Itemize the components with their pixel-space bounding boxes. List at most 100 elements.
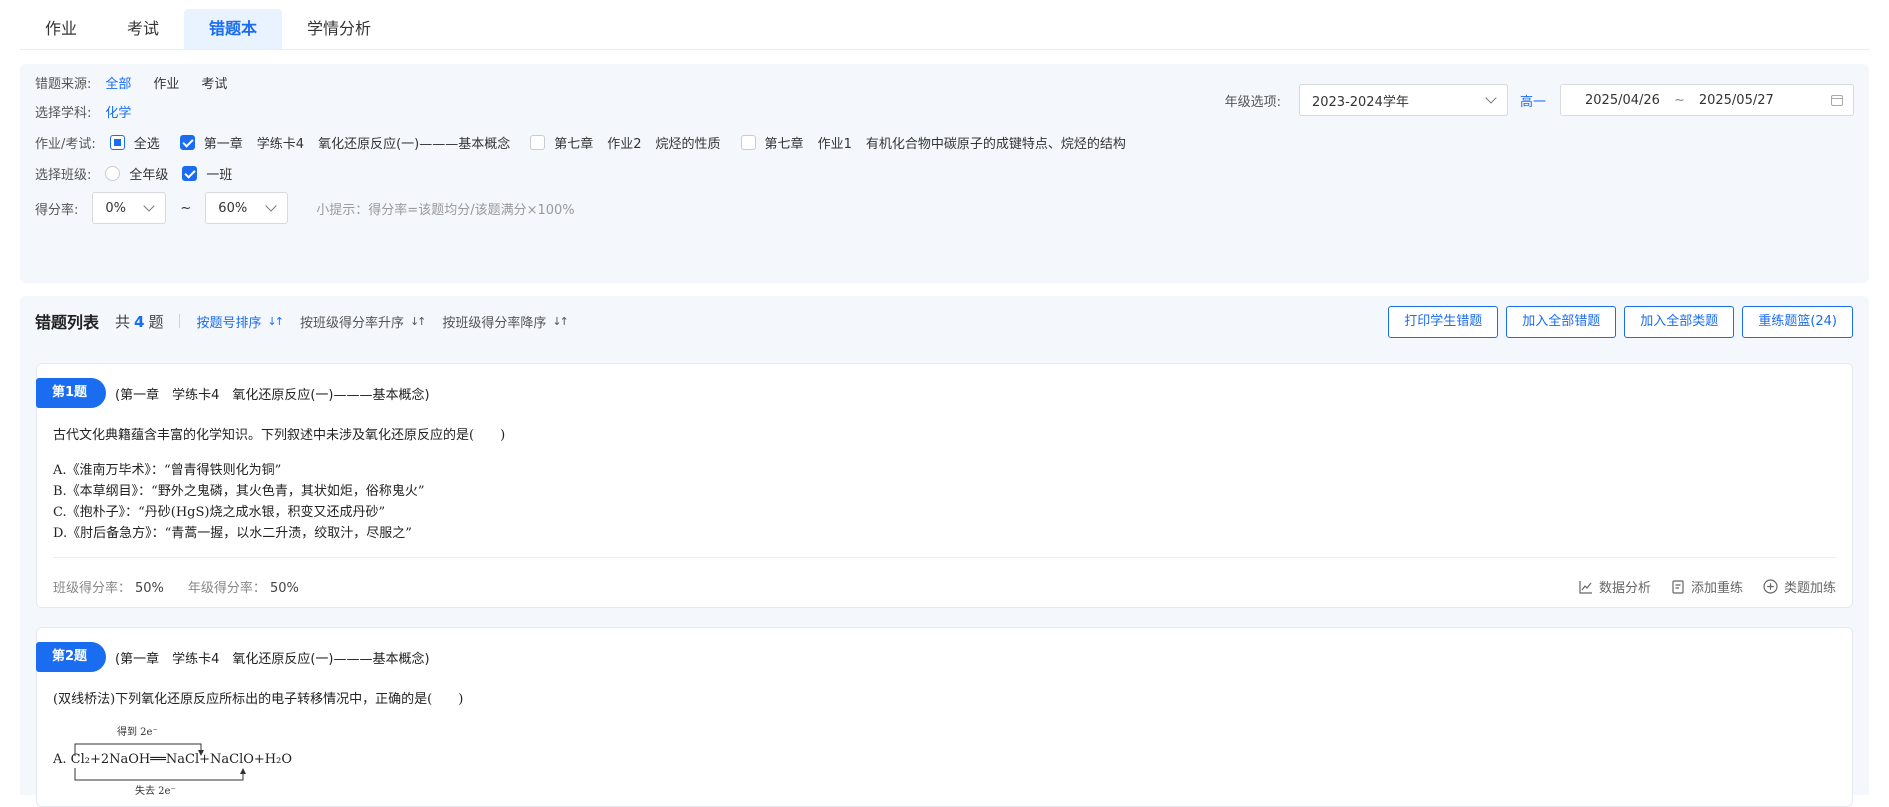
score-hint: 小提示：得分率=该题均分/该题满分×100% (316, 202, 575, 218)
plus-circle-icon (1763, 579, 1778, 594)
score-max-select[interactable]: 60% (205, 192, 289, 224)
data-analysis-button[interactable]: 数据分析 (1579, 577, 1651, 596)
top-tabs: 作业 考试 错题本 学情分析 (20, 8, 1869, 50)
homework-chapter-2: 第七章 (554, 136, 594, 152)
homework-card-1: 学练卡4 (256, 136, 305, 152)
homework-checkbox-3[interactable] (740, 134, 756, 150)
subject-row: 选择学科: 化学 (35, 102, 153, 121)
source-chapter: (第一章 (115, 388, 160, 403)
divider (179, 314, 181, 328)
formula-option-a: 得到 2e⁻ A. Cl₂+2NaOH══NaCl+NaClO+H₂O 失去 2… (53, 724, 313, 804)
homework-row: 作业/考试: 全选 第一章 学练卡4 氧化还原反应(一)———基本概念 第七章 … (35, 134, 1140, 152)
score-min-select[interactable]: 0% (92, 192, 167, 224)
chevron-down-icon (143, 200, 156, 212)
homework-card-2: 作业2 (607, 136, 642, 152)
source-option-exam[interactable]: 考试 (201, 73, 227, 92)
subject-option-chemistry[interactable]: 化学 (105, 102, 131, 121)
add-practice-label: 添加重练 (1690, 581, 1743, 596)
homework-card-3: 作业1 (817, 136, 852, 152)
class-option-all-grade: 全年级 (129, 167, 169, 183)
grade-rate-value: 50% (269, 581, 299, 596)
question-source: (第一章 学练卡4 氧化还原反应(一)———基本概念) (115, 648, 443, 667)
source-option-all[interactable]: 全部 (105, 73, 131, 92)
class-row: 选择班级: 全年级 一班 (35, 165, 246, 183)
homework-label: 作业/考试: (35, 136, 96, 152)
date-end: 2025/05/27 (1698, 92, 1774, 108)
question-actions: 数据分析 添加重练 类题加练 (1559, 577, 1836, 596)
question-text: 古代文化典籍蕴含丰富的化学知识。下列叙述中未涉及氧化还原反应的是( ) (53, 428, 506, 443)
score-label: 得分率: (35, 202, 79, 218)
source-topic: 氧化还原反应(一)———基本概念) (232, 388, 430, 403)
list-title: 错题列表 (35, 313, 100, 332)
class-checkbox-class1[interactable] (182, 165, 198, 181)
select-all-label: 全选 (133, 136, 160, 152)
count-prefix: 共 (115, 312, 131, 331)
add-all-mistakes-button[interactable]: 加入全部错题 (1506, 306, 1617, 338)
homework-topic-1: 氧化还原反应(一)———基本概念 (318, 136, 511, 152)
practice-basket-button[interactable]: 重练题篮(24) (1742, 306, 1853, 338)
homework-checkbox-1[interactable] (179, 134, 195, 150)
add-all-similar-button[interactable]: 加入全部类题 (1624, 306, 1735, 338)
question-text: (双线桥法)下列氧化还原反应所标出的电子转移情况中，正确的是( ) (53, 692, 464, 707)
score-max-value: 60% (218, 200, 248, 216)
class-radio-all-grade[interactable] (105, 165, 121, 181)
subject-label: 选择学科: (35, 105, 92, 121)
tab-homework[interactable]: 作业 (20, 9, 102, 49)
question-card: 第2题 (第一章 学练卡4 氧化还原反应(一)———基本概念) (双线桥法)下列氧化… (36, 627, 1853, 807)
tab-exam[interactable]: 考试 (102, 9, 184, 49)
print-mistakes-button[interactable]: 打印学生错题 (1388, 306, 1499, 338)
chevron-down-icon (265, 200, 277, 212)
homework-chapter-3: 第七章 (764, 136, 804, 152)
date-range-picker[interactable]: 2025/04/26 ~ 2025/05/27 (1560, 84, 1854, 116)
chart-icon (1579, 580, 1592, 594)
date-separator: ~ (1673, 92, 1685, 108)
question-number-badge: 第2题 (36, 642, 106, 672)
homework-checkbox-2[interactable] (530, 134, 546, 150)
score-row: 得分率: 0% ~ 60% 小提示：得分率=该题均分/该题满分×100% (35, 192, 575, 224)
mistake-list-panel: 错题列表 共4题 按题号排序 ↓↑ 按班级得分率升序 ↓↑ 按班级得分率降序 ↓↑ 打… (20, 296, 1869, 807)
source-option-homework[interactable]: 作业 (153, 73, 179, 92)
grade-value[interactable]: 高一 (1520, 91, 1546, 110)
sort-class-rate-desc-button[interactable]: 按班级得分率降序 ↓↑ (442, 312, 569, 331)
class-option-class1: 一班 (206, 167, 233, 183)
grade-rate-label: 年级得分率： (187, 581, 266, 596)
homework-topic-3: 有机化合物中碳原子的成键特点、烷烃的结构 (865, 136, 1126, 152)
year-value: 2023-2024学年 (1311, 94, 1409, 110)
date-start: 2025/04/26 (1585, 92, 1660, 108)
select-all-checkbox[interactable] (109, 134, 125, 150)
year-filter: 年级选项: 2023-2024学年 高一 2025/04/26 ~ 2025/0… (1225, 84, 1854, 116)
formula-equation: A. Cl₂+2NaOH══NaCl+NaClO+H₂O (53, 752, 293, 767)
list-header: 错题列表 共4题 按题号排序 ↓↑ 按班级得分率升序 ↓↑ 按班级得分率降序 ↓↑ 打… (20, 296, 1869, 346)
sort-class-rate-asc-button[interactable]: 按班级得分率升序 ↓↑ (300, 312, 427, 331)
source-topic: 氧化还原反应(一)———基本概念) (232, 652, 430, 667)
calendar-icon (1831, 94, 1843, 106)
question-source: (第一章 学练卡4 氧化还原反应(一)———基本概念) (115, 384, 443, 403)
year-select[interactable]: 2023-2024学年 (1298, 84, 1508, 116)
option-d: D.《肘后备急方》：“青蒿一握，以水二升渍，绞取汁，尽服之” (53, 526, 412, 541)
similar-practice-label: 类题加练 (1783, 581, 1836, 596)
question-stats: 班级得分率： 50% 年级得分率： 50% (53, 577, 323, 596)
divider (53, 557, 1836, 558)
document-icon (1672, 579, 1684, 594)
similar-practice-button[interactable]: 类题加练 (1763, 577, 1836, 596)
chevron-down-icon (1485, 92, 1497, 104)
sort-icon: ↓↑ (552, 314, 569, 328)
option-a: A.《淮南万毕术》：“曾青得铁则化为铜” (53, 463, 282, 478)
sort-icon: ↓↑ (409, 314, 427, 328)
score-min-value: 0% (105, 200, 127, 216)
question-card: 第1题 (第一章 学练卡4 氧化还原反应(一)———基本概念) 古代文化典籍蕴含丰富… (36, 363, 1853, 608)
count-value: 4 (134, 312, 145, 331)
source-card: 学练卡4 (172, 652, 220, 667)
homework-chapter-1: 第一章 (203, 136, 243, 152)
source-card: 学练卡4 (172, 388, 220, 403)
option-c: C.《抱朴子》：“丹砂(HgS)烧之成水银，积变又还成丹砂” (53, 505, 386, 520)
add-practice-button[interactable]: 添加重练 (1671, 577, 1743, 596)
tab-analysis[interactable]: 学情分析 (282, 9, 396, 49)
class-rate-label: 班级得分率： (53, 581, 132, 596)
sort-desc-label: 按班级得分率降序 (442, 315, 547, 331)
tab-mistake-book[interactable]: 错题本 (184, 9, 283, 49)
source-label: 错题来源: (35, 76, 92, 92)
year-label: 年级选项: (1224, 94, 1281, 110)
list-count: 共4题 (115, 311, 163, 332)
sort-by-number-button[interactable]: 按题号排序 ↓↑ (196, 312, 284, 331)
